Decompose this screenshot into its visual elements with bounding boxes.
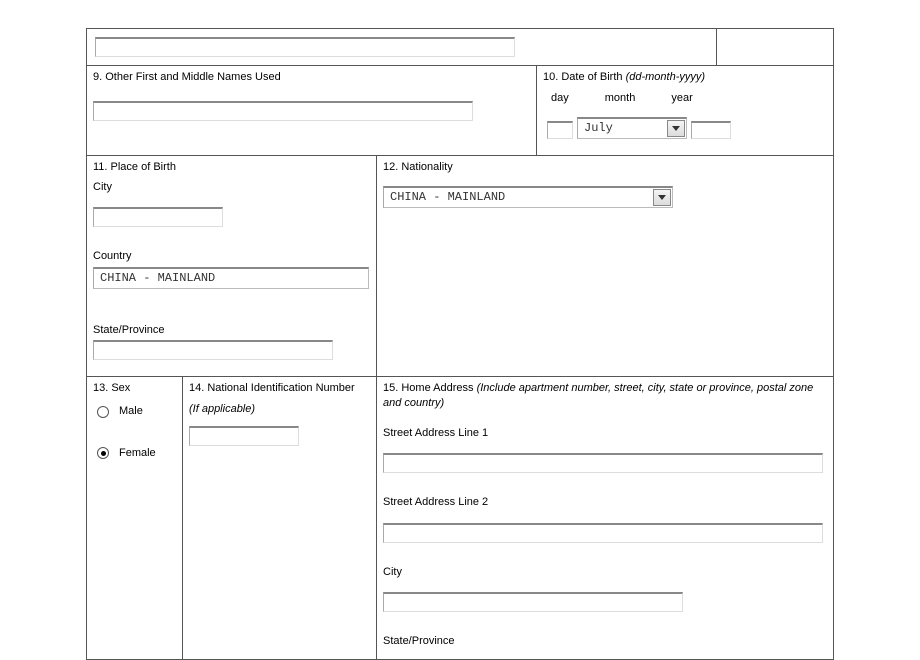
top-empty-cell (717, 29, 833, 65)
select-pob-country[interactable]: CHINA - MAINLAND (93, 267, 369, 289)
label-pob-city: City (93, 180, 370, 195)
label-addr-state: State/Province (383, 634, 827, 649)
label-13: 13. Sex (93, 381, 176, 396)
label-addr-line1: Street Address Line 1 (383, 426, 827, 441)
radio-female-row[interactable]: Female (97, 446, 176, 461)
label-11: 11. Place of Birth (93, 160, 370, 175)
input-addr-city[interactable] (383, 592, 683, 612)
top-field-cell (87, 29, 717, 65)
cell-section-11: 11. Place of Birth City Country CHINA - … (87, 156, 377, 376)
label-addr-city: City (383, 565, 827, 580)
cell-section-12: 12. Nationality CHINA - MAINLAND (377, 156, 833, 376)
row-top (87, 29, 833, 66)
input-dob-year[interactable] (691, 121, 731, 139)
radio-male[interactable] (97, 406, 109, 418)
select-nationality-value: CHINA - MAINLAND (390, 189, 505, 206)
row-13-14-15: 13. Sex Male Female 14. National Identif… (87, 377, 833, 659)
label-10: 10. Date of Birth (dd-month-yyyy) (543, 70, 827, 85)
chevron-down-icon (653, 189, 671, 206)
dob-input-row: July (543, 117, 827, 143)
label-female: Female (119, 446, 156, 461)
top-text-input[interactable] (95, 37, 515, 57)
select-dob-month-value: July (584, 120, 613, 137)
select-dob-month[interactable]: July (577, 117, 687, 139)
label-pob-state: State/Province (93, 323, 370, 338)
input-pob-state[interactable] (93, 340, 333, 360)
label-9: 9. Other First and Middle Names Used (93, 70, 530, 85)
radio-female[interactable] (97, 447, 109, 459)
cell-section-9: 9. Other First and Middle Names Used (87, 66, 537, 155)
label-12: 12. Nationality (383, 160, 827, 175)
label-15: 15. Home Address (Include apartment numb… (383, 381, 827, 412)
cell-section-15: 15. Home Address (Include apartment numb… (377, 377, 833, 659)
form-container: 9. Other First and Middle Names Used 10.… (86, 28, 834, 660)
input-other-names[interactable] (93, 101, 473, 121)
label-14-sub: (If applicable) (189, 402, 370, 417)
dob-col-labels: day month year (551, 91, 827, 106)
cell-section-13: 13. Sex Male Female (87, 377, 183, 659)
page: 9. Other First and Middle Names Used 10.… (0, 0, 920, 652)
label-day: day (551, 91, 569, 106)
input-dob-day[interactable] (547, 121, 573, 139)
label-month: month (605, 91, 636, 106)
input-addr-line2[interactable] (383, 523, 823, 543)
cell-section-10: 10. Date of Birth (dd-month-yyyy) day mo… (537, 66, 833, 155)
label-14: 14. National Identification Number (189, 381, 370, 396)
label-pob-country: Country (93, 249, 370, 264)
input-national-id[interactable] (189, 426, 299, 446)
cell-section-14: 14. National Identification Number (If a… (183, 377, 377, 659)
row-11-12: 11. Place of Birth City Country CHINA - … (87, 156, 833, 377)
row-9-10: 9. Other First and Middle Names Used 10.… (87, 66, 833, 156)
select-pob-country-value: CHINA - MAINLAND (100, 270, 215, 287)
select-nationality[interactable]: CHINA - MAINLAND (383, 186, 673, 208)
chevron-down-icon (667, 120, 685, 137)
label-male: Male (119, 404, 143, 419)
label-addr-line2: Street Address Line 2 (383, 495, 827, 510)
label-year: year (671, 91, 692, 106)
radio-male-row[interactable]: Male (97, 404, 176, 419)
input-pob-city[interactable] (93, 207, 223, 227)
input-addr-line1[interactable] (383, 453, 823, 473)
